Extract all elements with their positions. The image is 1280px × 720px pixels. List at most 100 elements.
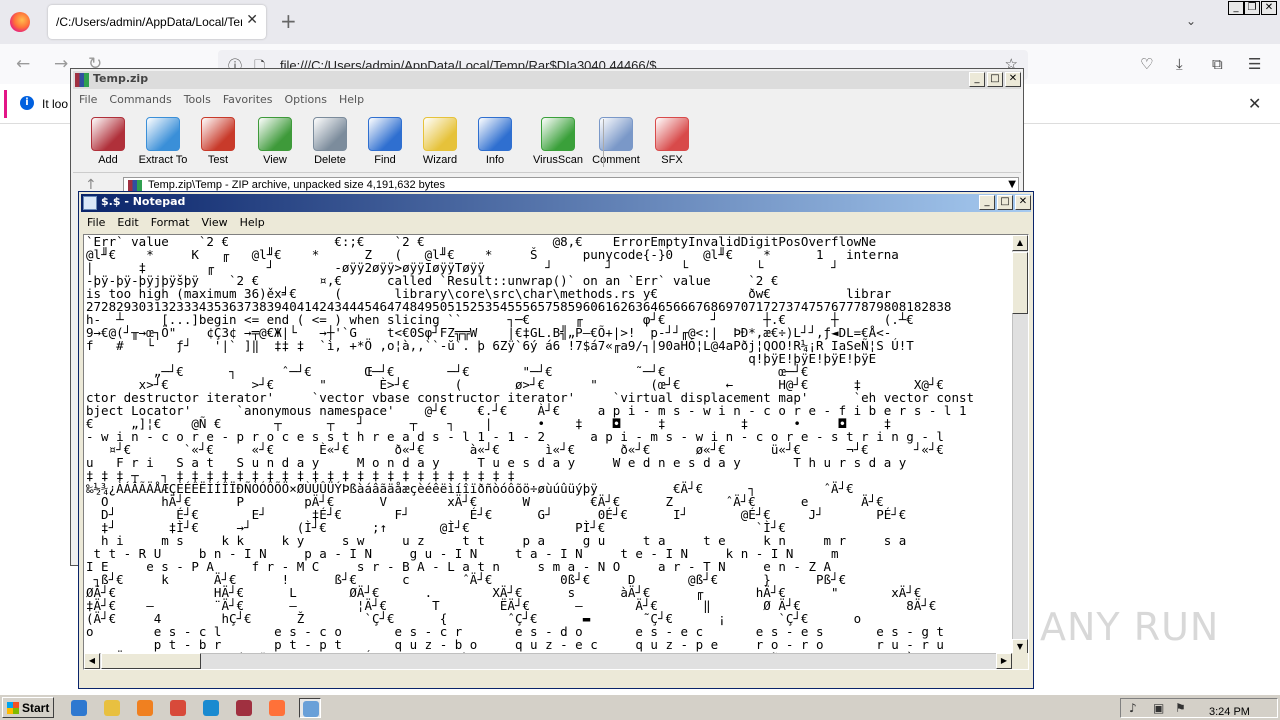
winrar-menu-favorites[interactable]: Favorites	[217, 91, 279, 108]
toolbar-view-button[interactable]: View	[248, 115, 302, 171]
scroll-left-arrow-icon[interactable]: ◀	[84, 653, 100, 669]
firefox-logo-icon	[10, 12, 30, 32]
media-icon	[137, 700, 153, 716]
notepad-app-icon	[83, 196, 97, 210]
vertical-scrollbar[interactable]: ▲ ▼	[1012, 235, 1028, 655]
notepad-menu-file[interactable]: File	[81, 214, 111, 231]
toolbar-test-label: Test	[207, 154, 229, 166]
toolbar-info-button[interactable]: Info	[468, 115, 522, 171]
list-all-tabs-icon[interactable]: ⌄	[1186, 14, 1196, 28]
taskbar-edge-button[interactable]	[200, 698, 222, 718]
action-center-flag-icon[interactable]: ⚑	[1175, 701, 1186, 715]
toolbar-comment-button[interactable]: Comment	[589, 115, 643, 171]
notepad-text-area[interactable]: `Err` value `2 € €:;€ `2 € @8,€ ErrorEmp…	[83, 234, 1029, 670]
winrar-app-icon	[75, 73, 89, 87]
os-minimize-button[interactable]: _	[1228, 1, 1244, 15]
winrar-toolbar: Add Extract To Test View Delete Find Wizard Inf…	[73, 111, 1021, 173]
info-icon	[478, 117, 512, 151]
toolbar-extract-to-button[interactable]: Extract To	[136, 115, 190, 171]
extract-to-icon	[146, 117, 180, 151]
taskbar: Start ♪ ▣ ⚑	[0, 694, 1280, 720]
winrar-minimize-button[interactable]: _	[969, 72, 985, 87]
winrar-title-bar[interactable]: Temp.zip _ □ ✕	[73, 71, 1021, 89]
notepad-title-bar[interactable]: $.$ - Notepad _ □ ✕	[81, 194, 1031, 212]
notepad-menu-format[interactable]: Format	[145, 214, 196, 231]
info-icon: i	[20, 96, 34, 110]
firefox-icon	[269, 700, 285, 716]
browser-tab-title: /C:/Users/admin/AppData/Local/Temp/Ra	[56, 15, 242, 29]
taskbar-clock[interactable]: 3:24 PM	[1209, 706, 1250, 718]
toolbar-info-label: Info	[485, 154, 505, 166]
winrar-menu-bar: File Commands Tools Favorites Options Help	[73, 91, 1021, 110]
toolbar-find-label: Find	[374, 154, 396, 166]
vertical-scroll-thumb[interactable]	[1012, 252, 1028, 314]
toolbar-view-label: View	[263, 154, 287, 166]
view-icon	[258, 117, 292, 151]
delete-icon	[313, 117, 347, 151]
notepad-menu-view[interactable]: View	[196, 214, 234, 231]
taskbar-explorer-button[interactable]	[101, 698, 123, 718]
network-icon[interactable]: ▣	[1153, 701, 1164, 715]
os-restore-button[interactable]: ❐	[1244, 1, 1260, 15]
toolbar-add-label: Add	[98, 154, 118, 166]
back-arrow-icon[interactable]: ←	[16, 54, 30, 74]
notepad-minimize-button[interactable]: _	[979, 195, 995, 210]
windows-logo-icon	[7, 702, 19, 714]
notepad-menu-help[interactable]: Help	[234, 214, 271, 231]
chrome-icon	[170, 700, 186, 716]
notepad-text-content[interactable]: `Err` value `2 € €:;€ `2 € @8,€ ErrorEmp…	[86, 235, 1012, 655]
forward-arrow-icon[interactable]: →	[54, 54, 68, 74]
resize-grip-icon[interactable]	[1012, 653, 1028, 669]
os-close-button[interactable]: ✕	[1261, 1, 1277, 15]
winrar-menu-file[interactable]: File	[73, 91, 103, 108]
notification-text: It loo	[42, 97, 69, 111]
winrar-maximize-button[interactable]: □	[987, 72, 1003, 87]
test-icon	[201, 117, 235, 151]
close-tab-icon[interactable]: ✕	[246, 12, 258, 28]
taskbar-firefox-button[interactable]	[266, 698, 288, 718]
winrar-close-button[interactable]: ✕	[1005, 72, 1021, 87]
notepad-menu-edit[interactable]: Edit	[111, 214, 144, 231]
taskbar-notepad-button[interactable]	[299, 698, 321, 718]
app-menu-icon[interactable]: ☰	[1248, 55, 1261, 73]
scroll-right-arrow-icon[interactable]: ▶	[996, 653, 1012, 669]
toolbar-virusscan-button[interactable]: VirusScan	[531, 115, 585, 171]
taskbar-winrar-button[interactable]	[233, 698, 255, 718]
notepad-close-button[interactable]: ✕	[1015, 195, 1031, 210]
toolbar-add-button[interactable]: Add	[81, 115, 135, 171]
scroll-up-arrow-icon[interactable]: ▲	[1012, 235, 1028, 251]
taskbar-chrome-button[interactable]	[167, 698, 189, 718]
winrar-menu-commands[interactable]: Commands	[103, 91, 177, 108]
toolbar-wizard-button[interactable]: Wizard	[413, 115, 467, 171]
winrar-path-text: Temp.zip\Temp - ZIP archive, unpacked si…	[148, 179, 445, 191]
toolbar-sfx-label: SFX	[661, 154, 683, 166]
toolbar-test-button[interactable]: Test	[191, 115, 245, 171]
notepad-icon	[303, 701, 319, 717]
winrar-menu-options[interactable]: Options	[279, 91, 333, 108]
browser-tab[interactable]: /C:/Users/admin/AppData/Local/Temp/Ra ✕	[48, 5, 266, 39]
edge-icon	[203, 700, 219, 716]
notepad-maximize-button[interactable]: □	[997, 195, 1013, 210]
new-tab-icon[interactable]: +	[280, 11, 297, 31]
add-icon	[91, 117, 125, 151]
volume-icon[interactable]: ♪	[1129, 701, 1137, 715]
notification-close-icon[interactable]: ✕	[1248, 94, 1261, 113]
extensions-icon[interactable]: ⧉	[1212, 55, 1223, 73]
sfx-icon	[655, 117, 689, 151]
taskbar-ie-button[interactable]	[68, 698, 90, 718]
horizontal-scroll-thumb[interactable]	[101, 653, 201, 669]
winrar-icon	[236, 700, 252, 716]
start-button[interactable]: Start	[2, 697, 54, 718]
downloads-icon[interactable]: ⤓	[1176, 55, 1183, 73]
comment-icon	[599, 117, 633, 151]
taskbar-media-button[interactable]	[134, 698, 156, 718]
winrar-menu-help[interactable]: Help	[333, 91, 370, 108]
pocket-icon[interactable]: ♡	[1140, 55, 1153, 73]
toolbar-sfx-button[interactable]: SFX	[645, 115, 699, 171]
toolbar-delete-button[interactable]: Delete	[303, 115, 357, 171]
toolbar-find-button[interactable]: Find	[358, 115, 412, 171]
path-dropdown-icon[interactable]: ▼	[1008, 179, 1016, 190]
horizontal-scrollbar[interactable]: ◀ ▶	[84, 653, 1012, 669]
toolbar-virusscan-label: VirusScan	[533, 154, 583, 166]
winrar-menu-tools[interactable]: Tools	[178, 91, 217, 108]
